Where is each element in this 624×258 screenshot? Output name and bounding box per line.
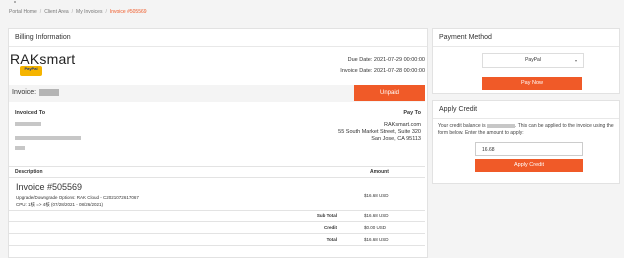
total-label: Total: [326, 237, 337, 242]
breadcrumb-portal-home[interactable]: Portal Home: [9, 9, 37, 15]
status-badge: Unpaid: [354, 85, 425, 101]
breadcrumb: Portal Home / Client Area / My Invoices / Invo…: [9, 9, 147, 15]
redacted-city: [15, 146, 25, 150]
table-divider: [9, 210, 425, 211]
credit-text-before: Your credit balance is: [438, 123, 486, 129]
invoice-label: Invoice:: [12, 89, 37, 96]
redacted-address: [15, 136, 81, 140]
breadcrumb-client-area[interactable]: Client Area: [44, 9, 68, 15]
table-divider: [9, 245, 425, 246]
amount-column-header: Amount: [370, 169, 389, 175]
due-date: Due Date: 2021-07-29 00:00:00: [347, 57, 425, 63]
apply-credit-header: Apply Credit: [433, 101, 619, 119]
line-item-desc-2: CPU: 1核 => 4核 (07/28/2021 - 08/26/2021): [16, 202, 104, 207]
redacted-name: [15, 122, 41, 126]
line-item-desc-1: Upgrade/Downgrade Options: RAK Cloud - C…: [16, 195, 139, 200]
apply-credit-button[interactable]: Apply Credit: [475, 159, 583, 172]
payment-method-select[interactable]: PayPal ▾: [482, 53, 584, 68]
description-column-header: Description: [15, 169, 43, 175]
invoiced-to-heading: Invoiced To: [15, 110, 46, 116]
payment-method-header: Payment Method: [433, 29, 619, 47]
total-value: $16.68 USD: [364, 237, 389, 242]
invoice-date: Invoice Date: 2021-07-28 00:00:00: [340, 68, 425, 74]
invoice-number-redacted: [39, 89, 59, 96]
billing-header: Billing Information: [9, 29, 427, 47]
raksmart-logo: RAKsmart: [10, 51, 76, 67]
pay-to-line-3: San Jose, CA 95113: [371, 136, 421, 142]
payment-method-value: PayPal: [525, 57, 541, 63]
pay-to-line-1: RAKsmart.com: [384, 122, 421, 128]
credit-amount-input[interactable]: 16.68: [475, 142, 583, 156]
credit-balance-text: Your credit balance is . This can be app…: [438, 123, 616, 137]
table-divider: [9, 221, 425, 222]
table-divider: [9, 233, 425, 234]
line-item-title: Invoice #505569: [16, 182, 83, 192]
credit-value: $0.00 USD: [364, 225, 387, 230]
table-divider: [9, 166, 425, 167]
subtotal-value: $16.68 USD: [364, 213, 389, 218]
chevron-down-icon: ▾: [574, 58, 577, 63]
table-divider: [9, 177, 425, 178]
pay-to-heading: Pay To: [403, 110, 421, 116]
credit-label: Credit: [323, 225, 337, 230]
pay-now-button[interactable]: Pay Now: [482, 77, 582, 90]
subtotal-label: Sub Total: [316, 213, 337, 218]
line-item-amount: $16.68 USD: [364, 193, 389, 198]
breadcrumb-my-invoices[interactable]: My Invoices: [76, 9, 102, 15]
pay-to-line-2: 55 South Market Street, Suite 320: [338, 129, 421, 135]
breadcrumb-current: Invoice #505569: [109, 9, 147, 15]
paypal-badge: PayPal: [20, 66, 42, 76]
credit-balance-redacted: [487, 123, 516, 128]
menu-dot: [14, 1, 16, 3]
